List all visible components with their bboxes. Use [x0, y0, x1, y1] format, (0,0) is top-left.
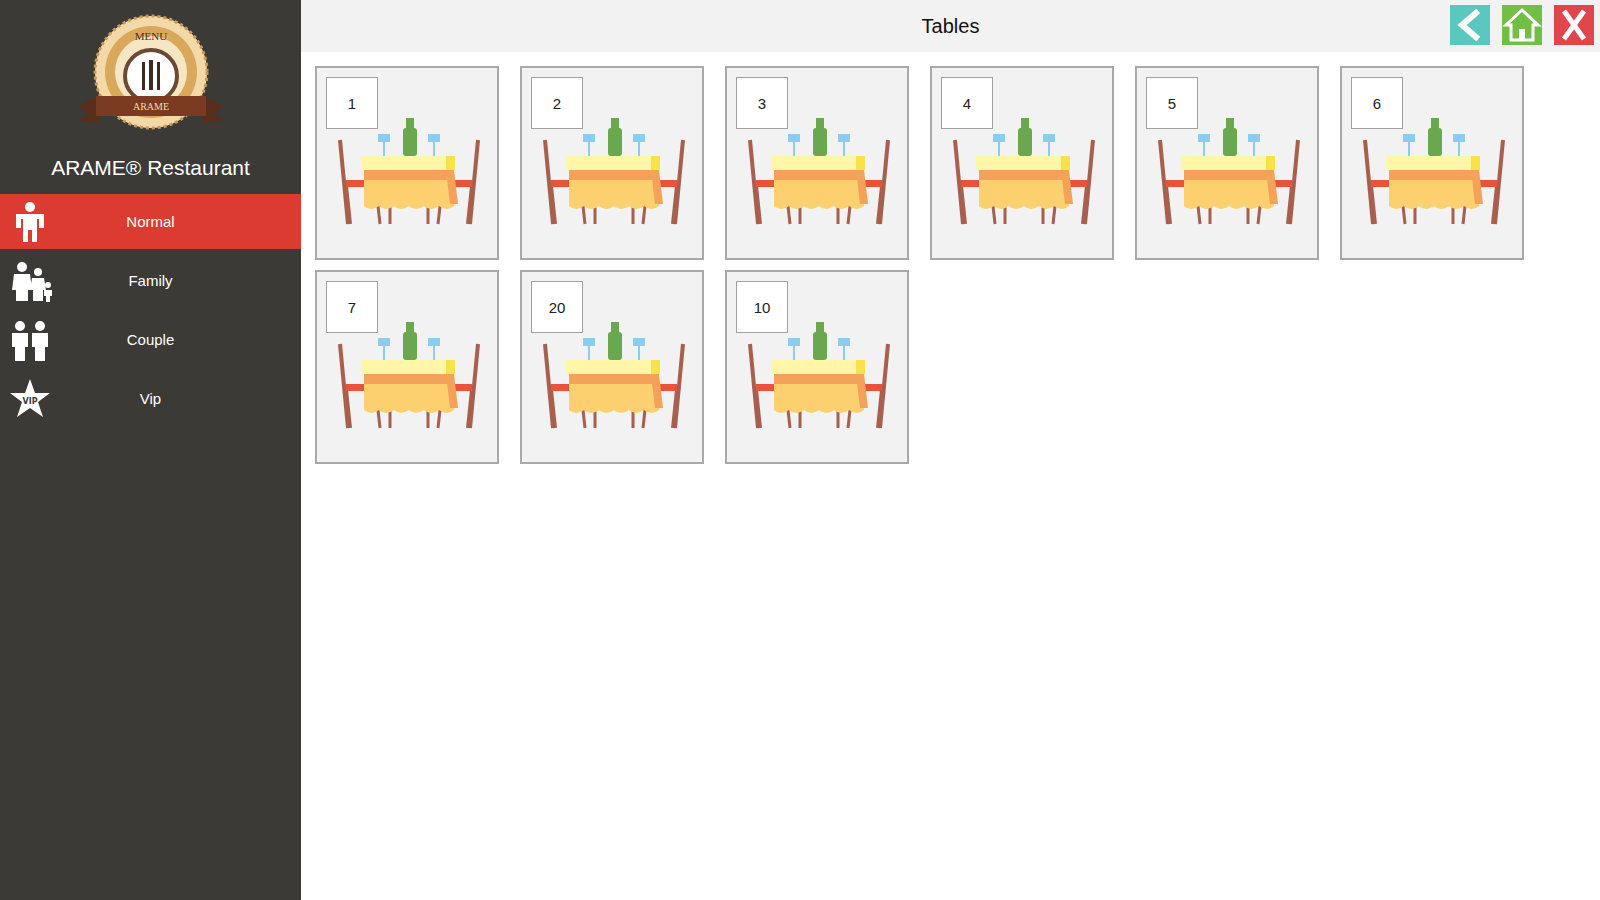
sidebar-item-label: Couple	[52, 331, 301, 348]
table-number: 3	[736, 77, 788, 129]
dining-table-icon	[1154, 116, 1304, 226]
dining-table-icon	[744, 320, 894, 430]
table-card[interactable]: 20	[520, 270, 704, 464]
family-icon	[8, 259, 52, 303]
table-number: 6	[1351, 77, 1403, 129]
dining-table-icon	[949, 116, 1099, 226]
logo-menu-text: MENU	[134, 30, 166, 42]
sidebar-menu: Normal Family Couple VIP Vip	[0, 194, 301, 426]
table-card[interactable]: 6	[1340, 66, 1524, 260]
table-number: 7	[326, 281, 378, 333]
table-number: 4	[941, 77, 993, 129]
vip-star-text: VIP	[22, 397, 37, 406]
table-card[interactable]: 7	[315, 270, 499, 464]
close-icon	[1554, 5, 1594, 45]
back-icon	[1450, 5, 1490, 45]
sidebar-item-label: Family	[52, 272, 301, 289]
logo-ribbon-text: ARAME	[132, 101, 168, 112]
table-card[interactable]: 1	[315, 66, 499, 260]
app-title: ARAME® Restaurant	[0, 142, 301, 194]
dining-table-icon	[334, 320, 484, 430]
sidebar: MENU ARAME ARAME® Restaurant Normal Family Co…	[0, 0, 301, 900]
sidebar-item[interactable]: Normal	[0, 194, 301, 249]
dining-table-icon	[334, 116, 484, 226]
vip-icon: VIP	[8, 377, 52, 421]
table-card[interactable]: 3	[725, 66, 909, 260]
home-icon	[1502, 5, 1542, 45]
dining-table-icon	[1359, 116, 1509, 226]
table-card[interactable]: 5	[1135, 66, 1319, 260]
close-button[interactable]	[1554, 5, 1594, 45]
sidebar-item[interactable]: Family	[0, 253, 301, 308]
sidebar-item[interactable]: Couple	[0, 312, 301, 367]
table-number: 5	[1146, 77, 1198, 129]
table-number: 20	[531, 281, 583, 333]
table-card[interactable]: 2	[520, 66, 704, 260]
top-bar: Tables	[301, 0, 1600, 52]
top-buttons	[1450, 5, 1594, 45]
dining-table-icon	[744, 116, 894, 226]
sidebar-item[interactable]: VIP Vip	[0, 371, 301, 426]
table-card[interactable]: 4	[930, 66, 1114, 260]
logo-icon: MENU ARAME	[76, 10, 226, 134]
person-icon	[8, 200, 52, 244]
back-button[interactable]	[1450, 5, 1490, 45]
sidebar-item-label: Normal	[52, 213, 301, 230]
table-number: 2	[531, 77, 583, 129]
logo-area: MENU ARAME	[0, 0, 301, 142]
dining-table-icon	[539, 320, 689, 430]
home-button[interactable]	[1502, 5, 1542, 45]
couple-icon	[8, 318, 52, 362]
table-card[interactable]: 10	[725, 270, 909, 464]
sidebar-item-label: Vip	[52, 390, 301, 407]
page-title: Tables	[301, 15, 1600, 38]
dining-table-icon	[539, 116, 689, 226]
table-number: 10	[736, 281, 788, 333]
main-area: Tables 1 2 3 4 5 6 7 20 10	[301, 0, 1600, 900]
table-number: 1	[326, 77, 378, 129]
tables-grid: 1 2 3 4 5 6 7 20 10	[301, 52, 1600, 464]
